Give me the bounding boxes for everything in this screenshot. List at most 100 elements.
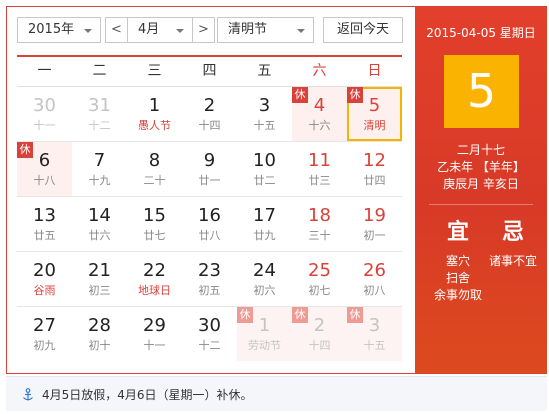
lunar-label: 十六 xyxy=(308,119,331,132)
year-select-label: 2015年 xyxy=(28,22,75,37)
day-number: 26 xyxy=(363,260,386,281)
weekday-label: 日 xyxy=(367,63,382,79)
day-cell[interactable]: 23 初五 xyxy=(182,252,237,306)
lunar-label: 愚人节 xyxy=(138,119,171,132)
day-cell[interactable]: 26 初八 xyxy=(347,252,402,306)
day-number: 8 xyxy=(148,150,161,171)
lunar-label: 初一 xyxy=(363,229,386,242)
day-cell[interactable]: 18 三十 xyxy=(292,197,347,251)
yi-item: 扫舍 xyxy=(446,271,471,285)
day-cell[interactable]: 12 廿四 xyxy=(347,142,402,196)
ji-item: 诸事不宜 xyxy=(489,254,538,268)
day-cell[interactable]: 休 1 劳动节 xyxy=(237,307,292,361)
day-cell[interactable]: 2 十四 xyxy=(182,87,237,141)
day-cell[interactable]: 9 廿一 xyxy=(182,142,237,196)
day-cell[interactable]: 休 2 十四 xyxy=(292,307,347,361)
holiday-notice-bar: 4月5日放假，4月6日（星期一）补休。 xyxy=(6,376,547,411)
day-cell[interactable]: 11 廿三 xyxy=(292,142,347,196)
lunar-label: 十五 xyxy=(363,339,386,352)
day-number: 16 xyxy=(198,205,221,226)
day-cell[interactable]: 1 愚人节 xyxy=(127,87,182,141)
day-cell[interactable]: 27 初九 xyxy=(17,307,72,361)
day-cell[interactable]: 10 廿二 xyxy=(237,142,292,196)
lunar-label: 十一 xyxy=(143,339,166,352)
month-select[interactable]: 4月 xyxy=(138,18,159,42)
chevron-down-icon xyxy=(176,29,184,33)
day-number: 15 xyxy=(143,205,166,226)
weekday-label: 一 xyxy=(37,63,52,79)
day-number: 24 xyxy=(253,260,276,281)
day-cell[interactable]: 30 十二 xyxy=(182,307,237,361)
back-to-today-button[interactable]: 返回今天 xyxy=(323,17,403,43)
prev-month-button[interactable]: < xyxy=(106,18,128,42)
weekday-label: 六 xyxy=(312,63,327,79)
day-cell-selected[interactable]: 休 5 清明 xyxy=(347,87,402,141)
day-cell[interactable]: 13 廿五 xyxy=(17,197,72,251)
lunar-label: 廿四 xyxy=(363,174,386,187)
anchor-icon xyxy=(22,387,34,406)
rest-day-badge: 休 xyxy=(292,307,308,323)
day-number: 19 xyxy=(363,205,386,226)
yi-item: 塞穴 xyxy=(446,254,471,268)
day-cell[interactable]: 22 地球日 xyxy=(127,252,182,306)
lunar-label: 初三 xyxy=(88,284,111,297)
day-number: 31 xyxy=(88,95,111,116)
calendar-week-row: 20 谷雨 21 初三 22 地球日 23 初五 24 初六 25 初七 26 初八 xyxy=(17,251,402,306)
lunar-label: 十二 xyxy=(88,119,111,132)
day-cell[interactable]: 24 初六 xyxy=(237,252,292,306)
day-cell[interactable]: 17 廿九 xyxy=(237,197,292,251)
day-number: 23 xyxy=(198,260,221,281)
day-number: 22 xyxy=(143,260,166,281)
day-cell[interactable]: 25 初七 xyxy=(292,252,347,306)
weekday-label: 五 xyxy=(257,63,272,79)
day-cell[interactable]: 20 谷雨 xyxy=(17,252,72,306)
rest-day-badge: 休 xyxy=(347,307,363,323)
day-cell[interactable]: 30 十一 xyxy=(17,87,72,141)
day-cell[interactable]: 19 初一 xyxy=(347,197,402,251)
weekday-label: 四 xyxy=(202,63,217,79)
day-cell[interactable]: 3 十五 xyxy=(237,87,292,141)
lunar-label: 地球日 xyxy=(138,284,171,297)
next-month-button[interactable]: > xyxy=(192,18,214,42)
lunar-label: 十四 xyxy=(308,339,331,352)
day-cell[interactable]: 休 6 十八 xyxy=(17,142,72,196)
day-cell[interactable]: 8 二十 xyxy=(127,142,182,196)
day-number: 30 xyxy=(33,95,56,116)
day-cell[interactable]: 31 十二 xyxy=(72,87,127,141)
day-cell[interactable]: 7 十九 xyxy=(72,142,127,196)
day-cell[interactable]: 休 3 十五 xyxy=(347,307,402,361)
day-cell[interactable]: 28 初十 xyxy=(72,307,127,361)
chevron-down-icon xyxy=(84,29,92,33)
lunar-label: 十二 xyxy=(198,339,221,352)
day-number: 1 xyxy=(148,95,161,116)
day-cell[interactable]: 29 十一 xyxy=(127,307,182,361)
lunar-label: 初六 xyxy=(253,284,276,297)
yi-label: 宜 xyxy=(447,220,470,245)
big-day-number: 5 xyxy=(444,55,519,128)
holiday-select[interactable]: 清明节 xyxy=(217,17,314,43)
lunar-label: 廿七 xyxy=(143,229,166,242)
day-cell[interactable]: 休 4 十六 xyxy=(292,87,347,141)
calendar-grid: 30 十一 31 十二 1 愚人节 2 十四 3 十五 休 4 十六休 5 清明休 6 十八 7 十九 8 二十 9 廿一 1… xyxy=(17,86,402,361)
lunar-label: 谷雨 xyxy=(33,284,56,297)
calendar-week-row: 30 十一 31 十二 1 愚人节 2 十四 3 十五 休 4 十六休 5 清明 xyxy=(17,86,402,141)
day-number: 25 xyxy=(308,260,331,281)
day-cell[interactable]: 15 廿七 xyxy=(127,197,182,251)
rest-day-badge: 休 xyxy=(237,307,253,323)
day-cell[interactable]: 16 廿八 xyxy=(182,197,237,251)
lunar-label: 初五 xyxy=(198,284,221,297)
year-select[interactable]: 2015年 xyxy=(17,17,101,43)
day-cell[interactable]: 21 初三 xyxy=(72,252,127,306)
day-number: 7 xyxy=(93,150,106,171)
lunar-label: 十一 xyxy=(33,119,56,132)
day-cell[interactable]: 14 廿六 xyxy=(72,197,127,251)
ganzhi-year: 乙未年 【羊年】 xyxy=(437,160,525,174)
lunar-label: 廿三 xyxy=(308,174,331,187)
weekday-header: 一 二 三 四 五 六 日 xyxy=(17,55,402,85)
day-number: 20 xyxy=(33,260,56,281)
day-number: 17 xyxy=(253,205,276,226)
lunar-label: 十四 xyxy=(198,119,221,132)
day-number: 14 xyxy=(88,205,111,226)
lunar-label: 二十 xyxy=(143,174,166,187)
ganzhi-month-day: 庚辰月 辛亥日 xyxy=(443,177,519,191)
